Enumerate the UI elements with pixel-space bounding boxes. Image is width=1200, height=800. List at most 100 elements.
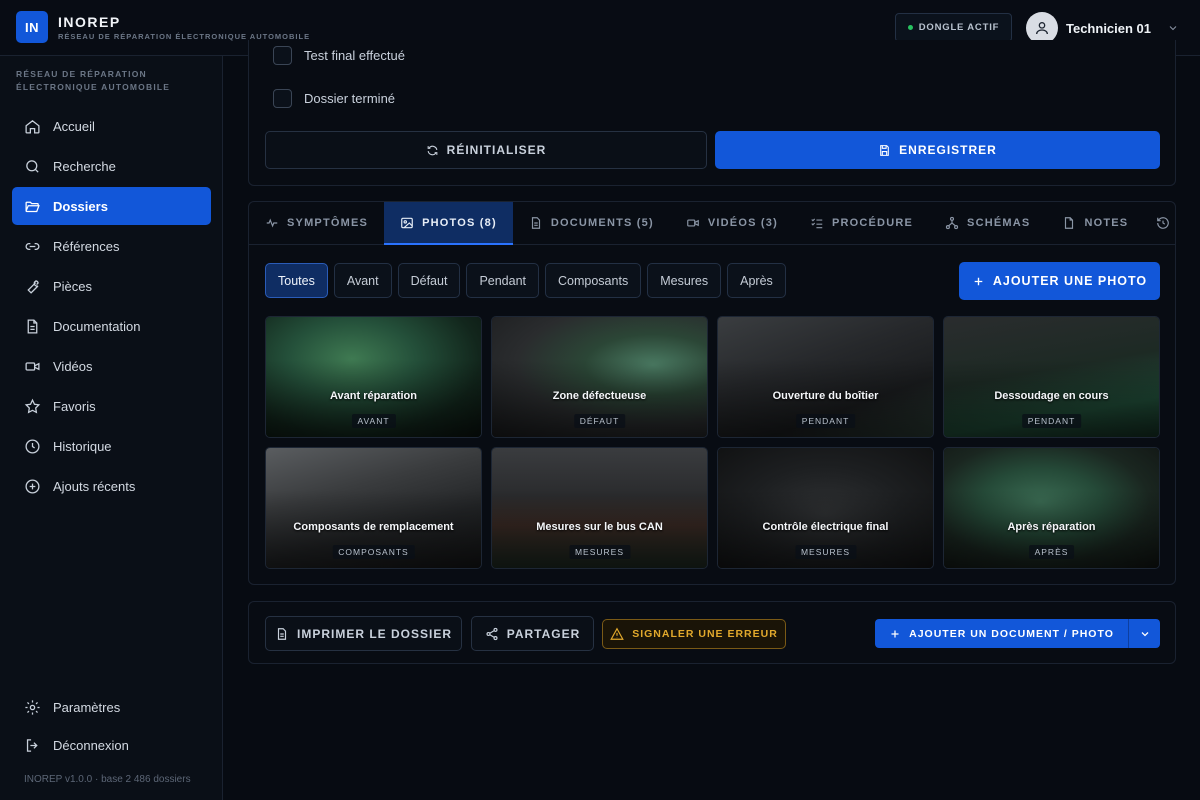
sidebar-item-documentation[interactable]: Documentation	[12, 307, 211, 345]
photo-title: Après réparation	[1007, 521, 1096, 533]
filter-defaut[interactable]: Défaut	[397, 263, 461, 298]
print-dossier-button[interactable]: IMPRIMER LE DOSSIER	[265, 616, 462, 651]
filter-composants[interactable]: Composants	[545, 263, 642, 298]
sidebar-item-references[interactable]: Références	[12, 227, 211, 265]
document-icon	[531, 217, 540, 229]
photo-tag: APRÈS	[1028, 545, 1075, 559]
sidebar-item-label: Dossiers	[53, 198, 108, 214]
tab-history[interactable]	[1144, 202, 1175, 244]
filter-toutes[interactable]: Toutes	[265, 263, 328, 298]
warning-icon	[610, 627, 625, 640]
sidebar-item-dossiers[interactable]: Dossiers	[12, 187, 211, 225]
report-error-button[interactable]: SIGNALER UNE ERREUR	[602, 619, 786, 649]
photo-card[interactable]: Contrôle électrique final MESURES	[717, 447, 934, 569]
photo-card[interactable]: Zone défectueuse DÉFAUT	[491, 316, 708, 438]
sidebar-item-label: Vidéos	[53, 358, 93, 374]
dongle-status-badge[interactable]: DONGLE ACTIF	[895, 13, 1012, 42]
photo-title: Dessoudage en cours	[994, 390, 1109, 402]
sidebar-footer: Paramètres Déconnexion	[12, 688, 211, 764]
diagram-icon	[945, 216, 959, 230]
photo-filters: Toutes Avant Défaut Pendant Composants M…	[265, 263, 786, 298]
pulse-icon	[266, 218, 278, 228]
sidebar-item-label: Documentation	[53, 318, 141, 334]
tab-bar: SYMPTÔMES PHOTOS (8) DOCUMENTS (5) VIDÉO…	[249, 202, 1175, 245]
add-document-dropdown[interactable]	[1128, 619, 1160, 648]
sidebar-item-label: Accueil	[53, 118, 95, 134]
sidebar-item-ajouts-recents[interactable]: Ajouts récents	[12, 467, 211, 505]
sidebar-item-label: Historique	[53, 438, 112, 454]
brand-name: INOREP	[58, 14, 121, 30]
history-icon	[1157, 217, 1170, 229]
sidebar-item-parametres[interactable]: Paramètres	[12, 688, 211, 726]
brand: INOREP RÉSEAU DE RÉPARATION ÉLECTRONIQUE…	[58, 14, 310, 41]
save-label: ENREGISTRER	[899, 143, 997, 157]
photo-card[interactable]: Composants de remplacement COMPOSANTS	[265, 447, 482, 569]
filter-avant[interactable]: Avant	[333, 263, 392, 298]
checklist-label: Test final effectué	[304, 48, 405, 63]
checklist-item-test-final[interactable]: Test final effectué	[273, 46, 405, 65]
checklist-item-dossier-termine[interactable]: Dossier terminé	[273, 89, 395, 108]
sidebar-item-accueil[interactable]: Accueil	[12, 107, 211, 145]
tab-videos[interactable]: VIDÉOS (3)	[670, 202, 794, 244]
photo-card[interactable]: Dessoudage en cours PENDANT	[943, 316, 1160, 438]
sidebar-item-pieces[interactable]: Pièces	[12, 267, 211, 305]
filter-mesures[interactable]: Mesures	[647, 263, 722, 298]
logout-icon	[26, 738, 38, 752]
sidebar-item-historique[interactable]: Historique	[12, 427, 211, 465]
tab-symptomes[interactable]: SYMPTÔMES	[249, 202, 384, 244]
add-photo-button[interactable]: AJOUTER UNE PHOTO	[959, 262, 1160, 300]
photo-title: Composants de remplacement	[293, 521, 454, 533]
photo-card[interactable]: Avant réparation AVANT	[265, 316, 482, 438]
image-icon	[401, 217, 413, 228]
version-info: INOREP v1.0.0 · base 2 486 dossiers	[24, 774, 191, 785]
sidebar-item-label: Recherche	[53, 158, 116, 174]
tab-label: VIDÉOS (3)	[707, 217, 778, 229]
share-label: PARTAGER	[506, 626, 581, 641]
sidebar-title-line2: ÉLECTRONIQUE AUTOMOBILE	[16, 82, 171, 92]
sidebar-item-label: Favoris	[53, 398, 96, 414]
search-icon	[26, 159, 39, 173]
photo-card[interactable]: Ouverture du boîtier PENDANT	[717, 316, 934, 438]
photo-card[interactable]: Après réparation APRÈS	[943, 447, 1160, 569]
tab-documents[interactable]: DOCUMENTS (5)	[513, 202, 670, 244]
tab-notes[interactable]: NOTES	[1046, 202, 1144, 244]
link-icon	[25, 242, 40, 250]
tab-schemas[interactable]: SCHÉMAS	[929, 202, 1046, 244]
photo-grid: Avant réparation AVANT Zone défectueuse …	[265, 316, 1160, 569]
photo-card[interactable]: Mesures sur le bus CAN MESURES	[491, 447, 708, 569]
document-icon	[27, 318, 38, 334]
status-dot-icon	[907, 25, 913, 30]
tab-photos[interactable]: PHOTOS (8)	[384, 202, 513, 245]
logout-label: Déconnexion	[53, 737, 129, 753]
photo-tag: PENDANT	[1021, 414, 1082, 428]
reset-label: RÉINITIALISER	[446, 143, 547, 157]
video-icon	[25, 361, 40, 371]
tab-procedure[interactable]: PROCÉDURE	[794, 202, 929, 244]
tab-label: SCHÉMAS	[967, 217, 1031, 229]
sidebar-item-favoris[interactable]: Favoris	[12, 387, 211, 425]
filter-apres[interactable]: Après	[727, 263, 786, 298]
photo-title: Mesures sur le bus CAN	[536, 521, 663, 533]
note-icon	[1065, 217, 1074, 229]
sidebar-item-videos[interactable]: Vidéos	[12, 347, 211, 385]
add-document-label: AJOUTER UN DOCUMENT / PHOTO	[909, 627, 1114, 640]
checkbox[interactable]	[273, 46, 292, 65]
sidebar-item-label: Références	[53, 238, 120, 254]
sidebar-item-deconnexion[interactable]: Déconnexion	[12, 726, 211, 764]
sidebar-title-line1: RÉSEAU DE RÉPARATION	[16, 69, 147, 79]
plus-icon	[891, 630, 899, 637]
share-button[interactable]: PARTAGER	[471, 616, 594, 651]
photo-title: Contrôle électrique final	[762, 521, 889, 533]
add-document-button[interactable]: AJOUTER UN DOCUMENT / PHOTO	[875, 628, 1128, 640]
sidebar-item-recherche[interactable]: Recherche	[12, 147, 211, 185]
save-button[interactable]: ENREGISTRER	[715, 131, 1160, 169]
checkbox[interactable]	[273, 89, 292, 108]
photo-tag: AVANT	[351, 414, 396, 428]
sidebar-item-label: Pièces	[53, 278, 93, 294]
app-logo[interactable]: IN	[16, 11, 48, 43]
media-panel: SYMPTÔMES PHOTOS (8) DOCUMENTS (5) VIDÉO…	[248, 201, 1176, 585]
tab-label: SYMPTÔMES	[287, 217, 369, 229]
photo-tag: MESURES	[794, 545, 857, 559]
filter-pendant[interactable]: Pendant	[466, 263, 540, 298]
reset-button[interactable]: RÉINITIALISER	[265, 131, 707, 169]
